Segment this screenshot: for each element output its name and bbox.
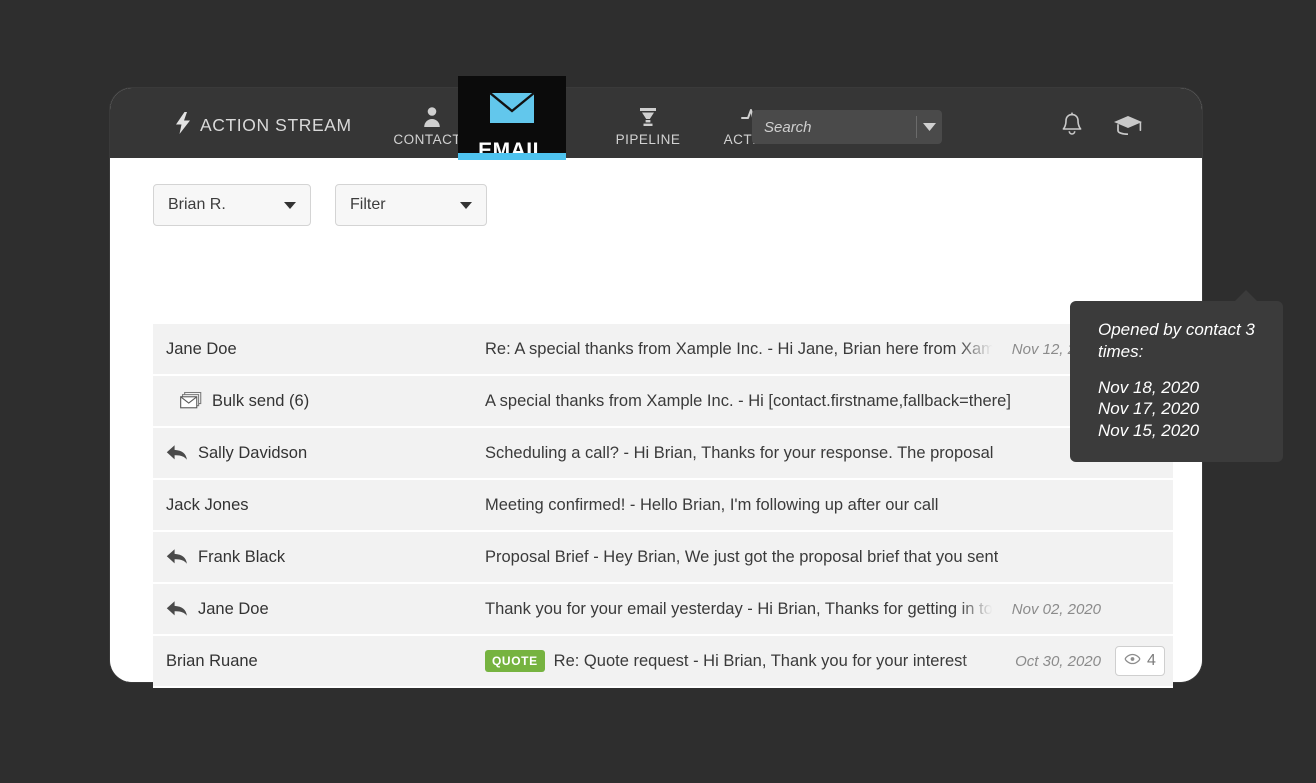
reply-arrow-icon bbox=[166, 444, 188, 462]
email-sender-cell: Jack Jones bbox=[153, 496, 485, 515]
top-navigation-bar: ACTION STREAM CONTACTS PIPELINE EMAIL Se… bbox=[110, 76, 1202, 162]
tooltip-date-list: Nov 18, 2020 Nov 17, 2020 Nov 15, 2020 bbox=[1098, 377, 1261, 442]
reply-arrow-icon bbox=[166, 548, 188, 566]
tooltip-date: Nov 15, 2020 bbox=[1098, 421, 1200, 440]
snippet-fade-overlay bbox=[1047, 532, 1093, 582]
email-sender-name: Bulk send (6) bbox=[212, 391, 310, 410]
search-box[interactable] bbox=[752, 110, 942, 144]
notifications-button[interactable] bbox=[1053, 108, 1091, 146]
email-opens-cell: 4 bbox=[1111, 646, 1173, 676]
reply-arrow-icon bbox=[166, 600, 188, 618]
email-snippet-cell: QUOTE Re: Quote request - Hi Brian, Thank… bbox=[485, 636, 1008, 686]
nav-tabs: CONTACTS PIPELINE bbox=[378, 100, 810, 158]
chevron-down-icon bbox=[284, 201, 296, 209]
tab-pipeline-label: PIPELINE bbox=[615, 132, 681, 147]
tab-pipeline[interactable]: PIPELINE bbox=[594, 100, 702, 152]
funnel-icon bbox=[636, 104, 660, 130]
email-snippet-cell: A special thanks from Xample Inc. - Hi [… bbox=[485, 376, 1093, 426]
quote-badge: QUOTE bbox=[485, 650, 545, 672]
email-row[interactable]: Bulk send (6) A special thanks from Xampl… bbox=[153, 376, 1173, 428]
email-sender-name: Jane Doe bbox=[198, 599, 269, 618]
email-sender-name: Jack Jones bbox=[166, 495, 249, 514]
snippet-fade-overlay bbox=[961, 636, 1008, 686]
email-snippet-cell: Thank you for your email yesterday - Hi … bbox=[485, 584, 1004, 634]
graduation-cap-icon bbox=[1113, 112, 1143, 143]
filter-dropdown-label: Filter bbox=[350, 196, 386, 213]
stacked-envelope-icon bbox=[180, 390, 202, 412]
email-sender-cell: Sally Davidson bbox=[153, 444, 485, 463]
email-row[interactable]: Jack Jones Meeting confirmed! - Hello Bri… bbox=[153, 480, 1173, 532]
tab-email[interactable]: EMAIL bbox=[458, 76, 566, 162]
chevron-down-icon bbox=[460, 201, 472, 209]
opens-tooltip: Opened by contact 3 times: Nov 18, 2020 N… bbox=[1070, 290, 1283, 462]
learning-center-button[interactable] bbox=[1109, 108, 1147, 146]
tooltip-date: Nov 18, 2020 bbox=[1098, 377, 1200, 397]
email-row[interactable]: Jane Doe Thank you for your email yesterd… bbox=[153, 584, 1173, 636]
email-sender-name: Frank Black bbox=[198, 547, 286, 566]
email-sender-cell: Frank Black bbox=[153, 548, 485, 567]
email-row[interactable]: Jane Doe Re: A special thanks from Xample… bbox=[153, 319, 1173, 376]
email-list: Jane Doe Re: A special thanks from Xample… bbox=[153, 319, 1173, 688]
email-snippet: Meeting confirmed! - Hello Brian, I'm fo… bbox=[485, 495, 939, 514]
brand-label: ACTION STREAM bbox=[200, 115, 352, 135]
email-snippet-cell: Scheduling a call? - Hi Brian, Thanks fo… bbox=[485, 428, 1093, 478]
brand-action-stream[interactable]: ACTION STREAM bbox=[175, 112, 352, 139]
email-snippet-cell: Meeting confirmed! - Hello Brian, I'm fo… bbox=[485, 480, 1093, 530]
email-date: Oct 30, 2020 bbox=[1015, 652, 1101, 670]
open-count-badge[interactable]: 4 bbox=[1115, 646, 1165, 676]
app-window: ACTION STREAM CONTACTS PIPELINE EMAIL Se… bbox=[110, 76, 1283, 688]
email-sender-cell: Bulk send (6) bbox=[153, 390, 485, 412]
search-input[interactable] bbox=[752, 111, 916, 143]
email-sender-cell: Jane Doe bbox=[153, 340, 485, 359]
email-snippet: Thank you for your email yesterday - Hi … bbox=[485, 599, 1004, 618]
envelope-icon bbox=[489, 92, 535, 129]
email-row[interactable]: Sally Davidson Scheduling a call? - Hi Br… bbox=[153, 428, 1173, 480]
person-icon bbox=[422, 104, 442, 130]
email-row[interactable]: Frank Black Proposal Brief - Hey Brian, W… bbox=[153, 532, 1173, 584]
open-count-value: 4 bbox=[1147, 652, 1156, 669]
tooltip-arrow bbox=[1235, 290, 1257, 301]
tooltip-date: Nov 17, 2020 bbox=[1098, 399, 1200, 419]
email-row[interactable]: Brian Ruane QUOTE Re: Quote request - Hi B… bbox=[153, 636, 1173, 688]
email-sender-name: Brian Ruane bbox=[166, 651, 258, 670]
filter-bar: Brian R. Filter bbox=[153, 184, 487, 226]
email-snippet: A special thanks from Xample Inc. - Hi [… bbox=[485, 391, 1011, 410]
email-sender-name: Sally Davidson bbox=[198, 443, 308, 462]
eye-icon bbox=[1124, 652, 1141, 670]
email-snippet-cell: Re: A special thanks from Xample Inc. - … bbox=[485, 324, 1004, 374]
email-snippet: Re: A special thanks from Xample Inc. - … bbox=[485, 339, 1004, 358]
email-date: Nov 02, 2020 bbox=[1011, 600, 1101, 618]
bell-icon bbox=[1060, 111, 1084, 143]
tooltip-heading: Opened by contact 3 times: bbox=[1098, 320, 1255, 361]
email-sender-cell: Jane Doe bbox=[153, 600, 485, 619]
snippet-fade-overlay bbox=[1047, 480, 1093, 530]
filter-dropdown[interactable]: Filter bbox=[335, 184, 487, 226]
email-snippet: Scheduling a call? - Hi Brian, Thanks fo… bbox=[485, 443, 994, 462]
content-area: Brian R. Filter Jane Doe Re: A special th… bbox=[110, 158, 1202, 688]
owner-dropdown-label: Brian R. bbox=[168, 196, 226, 213]
email-snippet: Re: Quote request - Hi Brian, Thank you … bbox=[553, 651, 967, 670]
owner-dropdown[interactable]: Brian R. bbox=[153, 184, 311, 226]
email-sender-cell: Brian Ruane bbox=[153, 652, 485, 671]
email-sender-name: Jane Doe bbox=[166, 339, 237, 358]
email-snippet-cell: Proposal Brief - Hey Brian, We just got … bbox=[485, 532, 1093, 582]
email-snippet: Proposal Brief - Hey Brian, We just got … bbox=[485, 547, 999, 566]
bolt-icon bbox=[175, 112, 191, 139]
active-tab-underline bbox=[458, 153, 566, 160]
search-chevron-down-icon[interactable] bbox=[917, 110, 942, 144]
